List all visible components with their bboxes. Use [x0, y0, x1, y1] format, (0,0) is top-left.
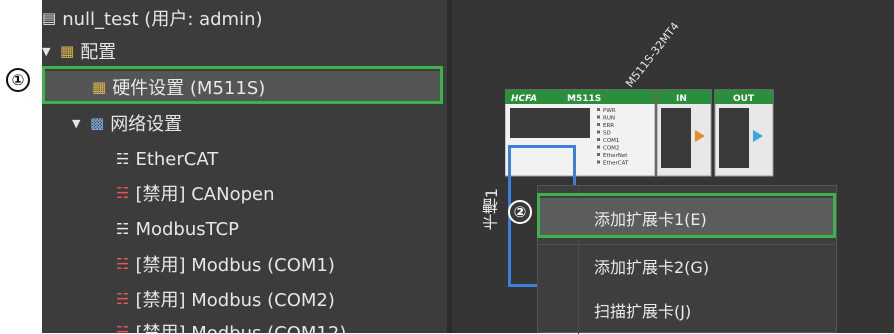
left-margin: [0, 0, 42, 333]
step-1-badge: ①: [6, 68, 30, 92]
tree-item-label: EtherCAT: [135, 148, 219, 170]
project-tree[interactable]: ▤ null_test (用户: admin) ▼ ▦ 配置 ▦ 硬件设置 (M…: [42, 0, 447, 333]
project-label: null_test (用户: admin): [62, 9, 263, 30]
tree-item-modbus-com12[interactable]: ☵ [禁用] Modbus (COM12): [116, 316, 346, 333]
status-led-icon: [597, 115, 600, 119]
status-led-label: SD: [603, 131, 611, 137]
disabled-node-icon: ☵: [116, 322, 130, 333]
slot-label: 卡槽1: [482, 188, 501, 231]
status-led-icon: [597, 153, 600, 156]
menu-separator: [538, 244, 836, 245]
network-label: 网络设置: [110, 114, 183, 135]
status-led-label: COM2: [603, 146, 619, 152]
model-label: M511S: [567, 94, 601, 104]
status-led-label: EtherCAT: [603, 161, 629, 167]
caret-down-icon: ▼: [42, 44, 51, 58]
status-led-label: PWR: [603, 108, 616, 114]
tree-item-ethercat[interactable]: ☵ EtherCAT: [116, 143, 218, 175]
status-led-label: ERR: [603, 123, 614, 129]
tree-item-label: [禁用] Modbus (COM2): [135, 290, 335, 311]
status-led-icon: [597, 145, 600, 149]
status-led-icon: [597, 123, 600, 126]
tree-project-root[interactable]: ▤ null_test (用户: admin): [42, 2, 263, 34]
menu-item-scan-expansion[interactable]: 扫描扩展卡(J): [538, 290, 836, 330]
project-icon: ▤: [42, 8, 57, 27]
config-icon: ▦: [60, 41, 75, 60]
status-led-icon: [597, 138, 600, 141]
tree-item-canopen[interactable]: ☵ [禁用] CANopen: [116, 177, 275, 209]
menu-item-label: 扫描扩展卡(J): [594, 302, 692, 321]
status-led-label: COM1: [603, 138, 619, 144]
tree-item-modbus-com1[interactable]: ☵ [禁用] Modbus (COM1): [116, 248, 335, 280]
brand-label: HCFA: [511, 94, 537, 104]
tree-item-label: ModbusTCP: [135, 218, 239, 240]
status-led-icon: [597, 160, 600, 164]
step-2-badge: ②: [508, 200, 532, 224]
menu-item-label: 添加扩展卡2(G): [594, 258, 710, 277]
in-label: IN: [676, 94, 687, 104]
tree-config[interactable]: ▼ ▦ 配置: [42, 35, 116, 67]
tree-item-modbus-com2[interactable]: ☵ [禁用] Modbus (COM2): [116, 283, 335, 315]
disabled-node-icon: ☵: [116, 183, 130, 202]
model-tag: M511S-32MT4: [623, 20, 682, 90]
config-label: 配置: [80, 42, 117, 63]
tree-item-modbustcp[interactable]: ☵ ModbusTCP: [116, 213, 239, 245]
network-node-icon: ☵: [116, 149, 130, 168]
tree-network-settings[interactable]: ▼ ▩ 网络设置: [72, 107, 182, 139]
status-led-icon: [597, 130, 600, 134]
highlight-box-step2: [537, 193, 836, 238]
status-led-icon: [597, 108, 600, 111]
network-icon: ▩: [90, 113, 105, 132]
caret-down-icon: ▼: [72, 116, 81, 130]
disabled-node-icon: ☵: [116, 289, 130, 308]
network-node-icon: ☵: [116, 219, 130, 238]
disabled-node-icon: ☵: [116, 254, 130, 273]
menu-item-add-expansion-2[interactable]: 添加扩展卡2(G): [538, 246, 836, 286]
highlight-box-step1: [42, 66, 443, 104]
tree-item-label: [禁用] Modbus (COM12): [135, 319, 346, 333]
status-led-label: RUN: [603, 116, 615, 122]
tree-item-label: [禁用] Modbus (COM1): [135, 255, 335, 276]
out-label: OUT: [733, 94, 755, 104]
status-led-label: EtherNet: [603, 153, 628, 159]
tree-item-label: [禁用] CANopen: [135, 184, 275, 205]
